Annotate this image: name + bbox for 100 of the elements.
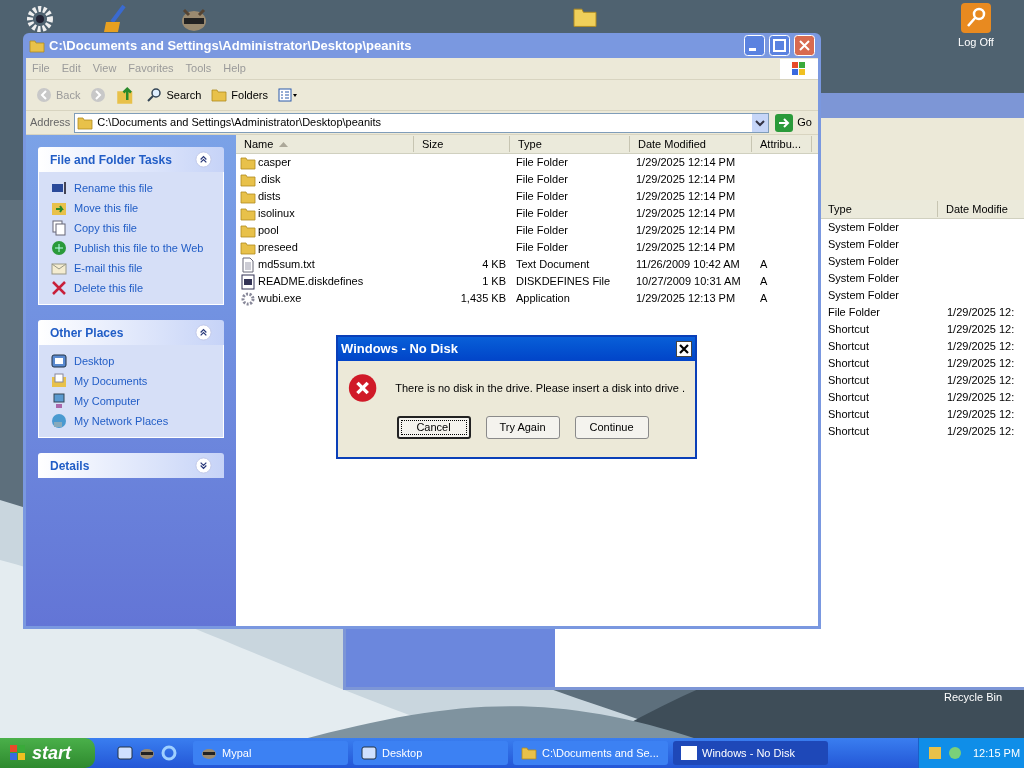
task-link[interactable]: Desktop: [74, 352, 115, 370]
taskbar-button[interactable]: Mypal: [193, 741, 348, 765]
window-icon: [681, 746, 697, 760]
key-icon[interactable]: [960, 2, 992, 34]
table-cell-text: System Folder: [828, 237, 900, 253]
file-name[interactable]: dists: [258, 188, 281, 205]
file-name[interactable]: casper: [258, 154, 292, 171]
address-field[interactable]: C:\Documents and Settings\Administrator\Desktop\peanits: [74, 112, 770, 133]
column-header[interactable]: Attribu...: [752, 135, 812, 153]
windows-logo-icon: [8, 744, 28, 762]
dropdown-icon[interactable]: [752, 113, 769, 132]
column-header[interactable]: Size: [414, 135, 510, 153]
table-cell: 10/27/2009 10:31 AM: [636, 275, 741, 288]
folder-icon: [240, 171, 256, 188]
folder-icon: [240, 222, 256, 239]
table-cell-text: 1/29/2025 12:: [947, 322, 1015, 338]
desktop-icon: [361, 745, 377, 761]
folder-icon: [240, 205, 256, 222]
folder-icon: [51, 373, 67, 389]
table-cell: A: [760, 258, 768, 271]
table-cell-text: Shortcut: [828, 339, 870, 355]
table-cell-text: 1/29/2025 12:: [947, 390, 1015, 406]
copy-icon: [51, 220, 67, 236]
task-link[interactable]: My Computer: [74, 392, 141, 410]
forward-icon: [90, 87, 107, 103]
section-header[interactable]: Other Places: [38, 320, 224, 345]
table-cell: 1/29/2025 12:14 PM: [636, 190, 736, 203]
section-header[interactable]: File and Folder Tasks: [38, 147, 224, 172]
table-cell-text: Shortcut: [828, 322, 870, 338]
column-header[interactable]: Date Modified: [630, 135, 752, 153]
dialog-button[interactable]: Try Again: [485, 416, 560, 439]
task-link[interactable]: My Network Places: [74, 412, 169, 430]
gear-icon: [240, 290, 256, 307]
taskbar-button[interactable]: C:\Documents and Se...: [513, 741, 668, 765]
table-cell-text: Shortcut: [828, 356, 870, 372]
file-name[interactable]: preseed: [258, 239, 298, 256]
task-link[interactable]: E-mail this file: [74, 259, 143, 277]
globe-icon: [51, 240, 67, 256]
file-name[interactable]: pool: [258, 222, 279, 239]
column-header[interactable]: Date Modifie: [937, 200, 1016, 218]
delete-icon: [51, 280, 67, 296]
gear-icon[interactable]: [24, 4, 56, 34]
dialog-button[interactable]: Continue: [574, 416, 649, 439]
folder-icon: [29, 37, 45, 54]
table-cell-text: 1/29/2025 12:: [947, 356, 1015, 372]
minimize-icon[interactable]: [744, 35, 765, 56]
table-cell-text: System Folder: [828, 254, 900, 270]
task-link[interactable]: My Documents: [74, 372, 148, 390]
table-cell-text: 1/29/2025 12:: [947, 339, 1015, 355]
table-cell-text: 1/29/2025 12:: [947, 305, 1015, 321]
column-header[interactable]: Type: [510, 135, 630, 153]
folder-icon: [240, 154, 256, 171]
file-name[interactable]: wubi.exe: [258, 290, 302, 307]
file-name[interactable]: isolinux: [258, 205, 295, 222]
folder-icon: [521, 745, 537, 761]
taskbar-button[interactable]: Desktop: [353, 741, 508, 765]
expand-icon[interactable]: [195, 457, 212, 474]
file-name[interactable]: .disk: [258, 171, 281, 188]
folders-button[interactable]: Folders: [209, 83, 270, 107]
envelope-icon: [51, 260, 67, 276]
table-cell-text: Shortcut: [828, 424, 870, 440]
collapse-icon[interactable]: [195, 151, 212, 168]
desktop-icon[interactable]: [117, 745, 133, 761]
table-cell-text: 4 KB: [482, 257, 506, 273]
table-cell: A: [760, 275, 768, 288]
window-title: C:\Documents and Settings\Administrator\Desktop\peanits: [49, 36, 413, 55]
table-cell-text: 1/29/2025 12:: [947, 424, 1015, 440]
table-cell: A: [760, 292, 768, 305]
table-cell-text: System Folder: [828, 271, 900, 287]
task-link[interactable]: Copy this file: [74, 219, 137, 237]
table-cell: File Folder: [516, 241, 568, 254]
table-cell-text: 1/29/2025 12:: [947, 407, 1015, 423]
table-cell: 1/29/2025 12:13 PM: [636, 292, 736, 305]
maximize-icon[interactable]: [769, 35, 790, 56]
task-link[interactable]: Delete this file: [74, 279, 144, 297]
windows-logo-icon: [780, 58, 818, 79]
close-icon[interactable]: [676, 341, 692, 357]
table-cell: 1/29/2025 12:14 PM: [636, 224, 736, 237]
table-cell-text: System Folder: [828, 220, 900, 236]
collapse-icon[interactable]: [195, 324, 212, 341]
column-header[interactable]: Name: [236, 135, 414, 153]
go-button[interactable]: Go: [773, 113, 814, 132]
table-cell: 1/29/2025 12:14 PM: [636, 156, 736, 169]
dialog-message: There is no disk in the drive. Please insert a disk into drive .: [395, 380, 685, 396]
document-icon: [240, 273, 256, 290]
folder-icon: [77, 114, 94, 131]
task-link[interactable]: Publish this file to the Web: [74, 239, 204, 257]
search-button[interactable]: Search: [144, 83, 204, 107]
dialog-button[interactable]: Cancel: [396, 416, 471, 439]
file-name[interactable]: README.diskdefines: [258, 273, 364, 290]
task-link[interactable]: Rename this file: [74, 179, 153, 197]
table-cell: File Folder: [516, 156, 568, 169]
clock: 12:15 PM: [972, 745, 1021, 761]
task-link[interactable]: Move this file: [74, 199, 139, 217]
taskbar-button[interactable]: Windows - No Disk: [673, 741, 828, 765]
move-icon: [51, 200, 67, 216]
dialog-title: Windows - No Disk: [341, 340, 459, 359]
table-cell: Application: [516, 292, 570, 305]
section-header[interactable]: Details: [38, 453, 224, 478]
file-name[interactable]: md5sum.txt: [258, 256, 315, 273]
